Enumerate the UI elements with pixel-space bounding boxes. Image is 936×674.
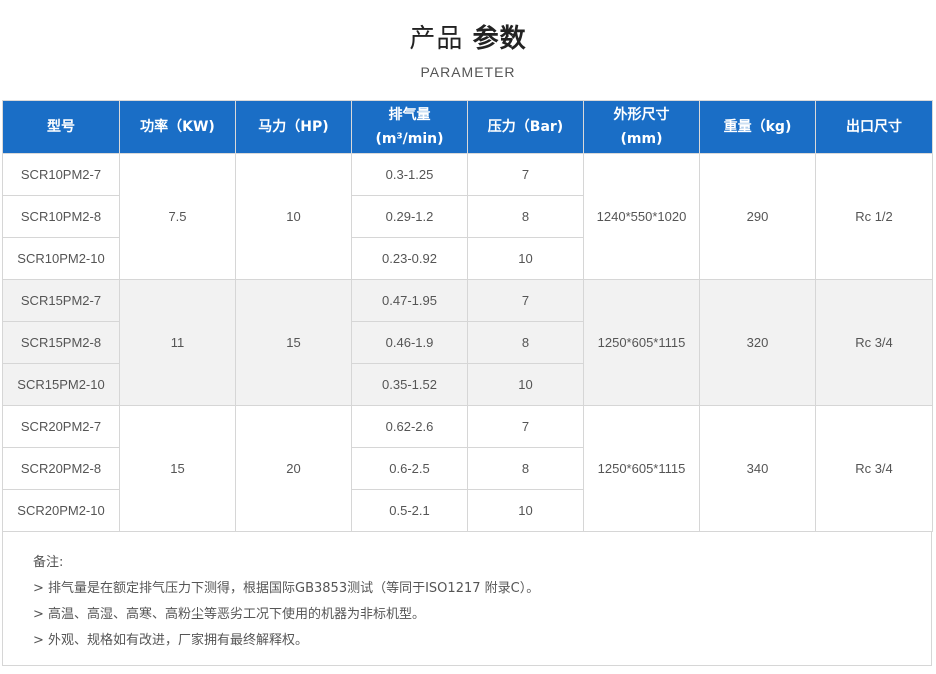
col-header-pressure: 压力（Bar): [467, 100, 584, 154]
table-row: SCR20PM2-7 15 20 0.62-2.6 7 1250*605*111…: [2, 405, 933, 532]
pressure-cell: 7: [467, 153, 584, 196]
page-subtitle: PARAMETER: [420, 64, 516, 80]
air-delivery-cell: 0.62-2.6: [351, 405, 468, 448]
horsepower-cell: 15: [235, 279, 352, 406]
air-delivery-cell: 0.6-2.5: [351, 447, 468, 490]
page-title: 产品 参数: [0, 22, 936, 56]
model-cell: SCR15PM2-10: [2, 363, 120, 406]
horsepower-cell: 20: [235, 405, 352, 532]
col-header-power: 功率（KW): [119, 100, 236, 154]
outlet-cell: Rc 3/4: [815, 405, 933, 532]
air-delivery-cell: 0.3-1.25: [351, 153, 468, 196]
table-header-row: 型号 功率（KW) 马力（HP) 排气量 (m³/min) 压力（Bar) 外形尺…: [2, 100, 933, 154]
col-header-horsepower: 马力（HP): [235, 100, 352, 154]
weight-cell: 340: [699, 405, 816, 532]
horsepower-cell: 10: [235, 153, 352, 280]
air-delivery-cell: 0.47-1.95: [351, 279, 468, 322]
power-cell: 11: [119, 279, 236, 406]
model-cell: SCR15PM2-7: [2, 279, 120, 322]
model-cell: SCR10PM2-8: [2, 195, 120, 238]
pressure-cell: 7: [467, 405, 584, 448]
model-cell: SCR15PM2-8: [2, 321, 120, 364]
dimensions-cell: 1240*550*1020: [583, 153, 700, 280]
col-header-model: 型号: [2, 100, 120, 154]
col-header-dimensions: 外形尺寸 (mm): [583, 100, 700, 154]
notes-title: 备注:: [33, 555, 64, 570]
parameter-table: 型号 功率（KW) 马力（HP) 排气量 (m³/min) 压力（Bar) 外形尺…: [2, 100, 933, 532]
table-row: SCR10PM2-7 7.5 10 0.3-1.25 7 1240*550*10…: [2, 153, 933, 280]
power-cell: 15: [119, 405, 236, 532]
pressure-cell: 7: [467, 279, 584, 322]
model-cell: SCR10PM2-7: [2, 153, 120, 196]
col-header-outlet: 出口尺寸: [815, 100, 933, 154]
weight-cell: 290: [699, 153, 816, 280]
dimensions-cell: 1250*605*1115: [583, 405, 700, 532]
col-header-air-delivery: 排气量 (m³/min): [351, 100, 468, 154]
air-delivery-cell: 0.23-0.92: [351, 237, 468, 280]
note-line: > 排气量是在额定排气压力下测得，根据国际GB3853测试（等同于ISO1217…: [33, 581, 540, 596]
air-delivery-cell: 0.35-1.52: [351, 363, 468, 406]
pressure-cell: 10: [467, 237, 584, 280]
model-cell: SCR20PM2-7: [2, 405, 120, 448]
pressure-cell: 10: [467, 489, 584, 532]
col-header-weight: 重量（kg): [699, 100, 816, 154]
weight-cell: 320: [699, 279, 816, 406]
pressure-cell: 8: [467, 447, 584, 490]
air-delivery-cell: 0.29-1.2: [351, 195, 468, 238]
table-row: SCR15PM2-7 11 15 0.47-1.95 7 1250*605*11…: [2, 279, 933, 406]
air-delivery-cell: 0.5-2.1: [351, 489, 468, 532]
model-cell: SCR10PM2-10: [2, 237, 120, 280]
outlet-cell: Rc 1/2: [815, 153, 933, 280]
title-part-1: 产品: [409, 24, 464, 54]
model-cell: SCR20PM2-10: [2, 489, 120, 532]
pressure-cell: 8: [467, 321, 584, 364]
pressure-cell: 8: [467, 195, 584, 238]
model-cell: SCR20PM2-8: [2, 447, 120, 490]
note-line: > 外观、规格如有改进，厂家拥有最终解释权。: [33, 633, 309, 648]
pressure-cell: 10: [467, 363, 584, 406]
outlet-cell: Rc 3/4: [815, 279, 933, 406]
title-part-2: 参数: [472, 24, 527, 54]
notes-box: 备注: > 排气量是在额定排气压力下测得，根据国际GB3853测试（等同于ISO…: [2, 531, 932, 666]
note-line: > 高温、高湿、高寒、高粉尘等恶劣工况下使用的机器为非标机型。: [33, 607, 426, 622]
power-cell: 7.5: [119, 153, 236, 280]
air-delivery-cell: 0.46-1.9: [351, 321, 468, 364]
dimensions-cell: 1250*605*1115: [583, 279, 700, 406]
page-header: 产品 参数 PARAMETER: [0, 22, 936, 80]
